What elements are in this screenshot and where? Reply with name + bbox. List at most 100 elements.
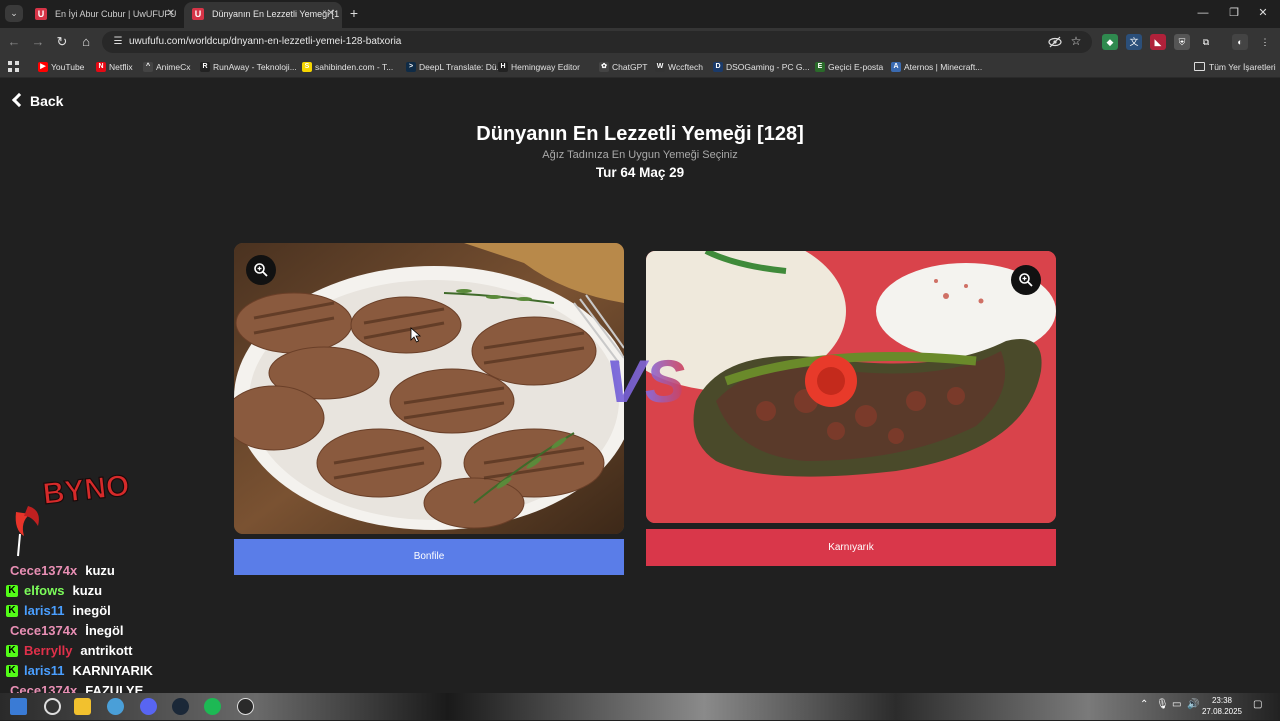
kick-badge-icon: K — [6, 584, 18, 597]
bookmark-runaway[interactable]: R RunAway - Teknoloji... — [200, 56, 297, 78]
bookmark-deepl[interactable]: > DeepL Translate: Dü... — [406, 56, 504, 78]
home-icon[interactable]: ⌂ — [78, 34, 94, 50]
dsogaming-icon: D — [713, 62, 723, 72]
file-explorer-icon[interactable] — [74, 698, 91, 715]
hemingway-icon: H — [498, 62, 508, 72]
bookmark-label: Geçici E-posta — [828, 62, 884, 72]
obs-icon[interactable] — [237, 698, 254, 715]
chat-username: Cece1374x — [10, 563, 78, 578]
shield-icon[interactable]: ⛨ — [1174, 34, 1190, 50]
address-bar[interactable]: ☰ uwufufu.com/worldcup/dnyann-en-lezzetl… — [102, 31, 1092, 53]
browser-toolbar: ← → ↻ ⌂ ☰ uwufufu.com/worldcup/dnyann-en… — [0, 28, 1280, 56]
chat-text: KARNIYARIK — [72, 663, 153, 678]
new-tab-button[interactable]: + — [346, 5, 362, 21]
chat-username: Cece1374x — [10, 623, 78, 638]
page-subtitle: Ağız Tadınıza En Uygun Yemeği Seçiniz — [542, 149, 738, 161]
url-text[interactable]: uwufufu.com/worldcup/dnyann-en-lezzetli-… — [129, 31, 401, 53]
deepl-icon: > — [406, 62, 416, 72]
profile-icon[interactable]: ◐ — [1232, 34, 1248, 50]
tab-abur-cubur[interactable]: U En İyi Abur Cubur | UwUFUFU ✕ — [27, 2, 182, 28]
apps-grid-icon[interactable] — [8, 61, 19, 72]
extension-green-icon[interactable]: ◆ — [1102, 34, 1118, 50]
extensions-puzzle-icon[interactable]: ⧉ — [1198, 34, 1214, 50]
wccftech-icon: W — [655, 62, 665, 72]
menu-kebab-icon[interactable]: ⋮ — [1257, 34, 1273, 50]
microphone-icon[interactable]: 🎙 — [1156, 699, 1169, 710]
tab-dunyanin-en-lezzetli[interactable]: U Dünyanın En Lezzetli Yemeği [1 ✕ — [184, 2, 342, 28]
close-tab-icon[interactable]: ✕ — [327, 2, 335, 26]
vs-text: VS — [605, 348, 685, 415]
bookmark-hemingway[interactable]: H Hemingway Editor — [498, 56, 580, 78]
bonfile-choice-button[interactable]: Bonfile — [234, 539, 624, 575]
tab-strip: ⌄ U En İyi Abur Cubur | UwUFUFU ✕ U Düny… — [0, 0, 1280, 28]
chat-text: İnegöl — [85, 623, 124, 638]
volume-icon[interactable]: 🔊 — [1187, 699, 1199, 710]
minimize-icon[interactable]: — — [1196, 6, 1210, 20]
windows-start-icon[interactable] — [10, 698, 27, 715]
chat-username: elfows — [24, 583, 65, 598]
byno-logo: BYNO — [15, 470, 132, 557]
bookmark-wccftech[interactable]: W Wccftech — [655, 56, 703, 78]
logo-text: BYNO — [41, 470, 131, 511]
back-arrow-icon[interactable]: ← — [6, 34, 22, 50]
bookmark-temp-mail[interactable]: E Geçici E-posta — [815, 56, 883, 78]
bookmark-label: Netflix — [109, 62, 133, 72]
windows-taskbar: ⌃ 🎙 ▭ 🔊 23:38 27.08.2025 ▢ — [0, 693, 1280, 720]
discord-icon[interactable] — [140, 698, 157, 715]
clock-time: 23:38 — [1211, 696, 1233, 705]
karniyarik-image[interactable] — [646, 251, 1056, 523]
bookmark-aternos[interactable]: A Aternos | Minecraft... — [891, 56, 982, 78]
chat-message: Cece1374x kuzu — [10, 561, 115, 581]
bookmark-youtube[interactable]: ▶ YouTube — [38, 56, 84, 78]
bookmark-star-icon[interactable]: ☆ — [1069, 34, 1083, 48]
page-title: Dünyanın En Lezzetli Yemeği [128] — [476, 123, 804, 145]
bookmark-label: ChatGPT — [612, 62, 648, 72]
bonfile-image[interactable] — [234, 243, 624, 534]
mouse-cursor-icon — [410, 327, 422, 343]
steam-icon[interactable] — [172, 698, 189, 715]
chat-message: Klaris11 KARNIYARIK — [6, 661, 153, 681]
close-tab-icon[interactable]: ✕ — [167, 2, 175, 26]
chat-username: Berrylly — [24, 643, 73, 658]
zoom-in-right-icon[interactable] — [1011, 265, 1041, 295]
system-clock[interactable]: 23:38 27.08.2025 — [1200, 695, 1244, 717]
vs-label: VS — [605, 348, 685, 415]
bookmark-dsogaming[interactable]: D DSOGaming - PC G... — [713, 56, 810, 78]
notification-icon[interactable]: ▢ — [1253, 699, 1262, 710]
all-bookmarks-link[interactable]: Tüm Yer İşaretleri — [1209, 56, 1276, 78]
eye-slash-icon[interactable] — [1048, 35, 1062, 49]
chat-message: K Berrylly antrikott — [6, 641, 132, 661]
karniyarik-photo — [646, 251, 1056, 523]
extension-translate-icon[interactable]: 文 — [1126, 34, 1142, 50]
search-icon[interactable] — [44, 698, 61, 715]
bookmark-label: Hemingway Editor — [511, 62, 580, 72]
bonfile-photo — [234, 243, 624, 534]
bookmark-animecx[interactable]: ^ AnimeCx — [143, 56, 190, 78]
chrome-icon[interactable] — [107, 698, 124, 715]
chevron-up-icon[interactable]: ⌃ — [1140, 699, 1148, 710]
bookmark-label: sahibinden.com - T... — [315, 62, 394, 72]
bookmark-sahibinden[interactable]: Ssahibinden.com - T... — [302, 56, 393, 78]
zoom-in-left-icon[interactable] — [246, 255, 276, 285]
karniyarik-choice-button[interactable]: Karnıyarık — [646, 529, 1056, 566]
network-icon[interactable]: ▭ — [1172, 699, 1181, 710]
uwufufu-favicon-icon: U — [192, 8, 204, 20]
back-button[interactable]: Back — [11, 92, 63, 109]
chat-text: antrikott — [80, 643, 133, 658]
restore-icon[interactable]: ❐ — [1227, 6, 1241, 20]
reload-icon[interactable]: ↻ — [54, 34, 70, 50]
extension-red-icon[interactable]: ◣ — [1150, 34, 1166, 50]
spotify-icon[interactable] — [204, 698, 221, 715]
sahibinden-icon: S — [302, 62, 312, 72]
folder-icon — [1194, 62, 1205, 71]
site-info-icon[interactable]: ☰ — [111, 35, 125, 49]
forward-arrow-icon[interactable]: → — [30, 34, 46, 50]
bookmark-chatgpt[interactable]: ✿ ChatGPT — [599, 56, 647, 78]
close-window-icon[interactable]: ✕ — [1256, 6, 1270, 20]
bookmark-netflix[interactable]: N Netflix — [96, 56, 133, 78]
kick-badge-icon: K — [6, 644, 18, 657]
bookmark-label: DeepL Translate: Dü... — [419, 62, 504, 72]
tab-search-button[interactable]: ⌄ — [5, 5, 23, 22]
temp-mail-icon: E — [815, 62, 825, 72]
bookmark-label: DSOGaming - PC G... — [726, 62, 810, 72]
